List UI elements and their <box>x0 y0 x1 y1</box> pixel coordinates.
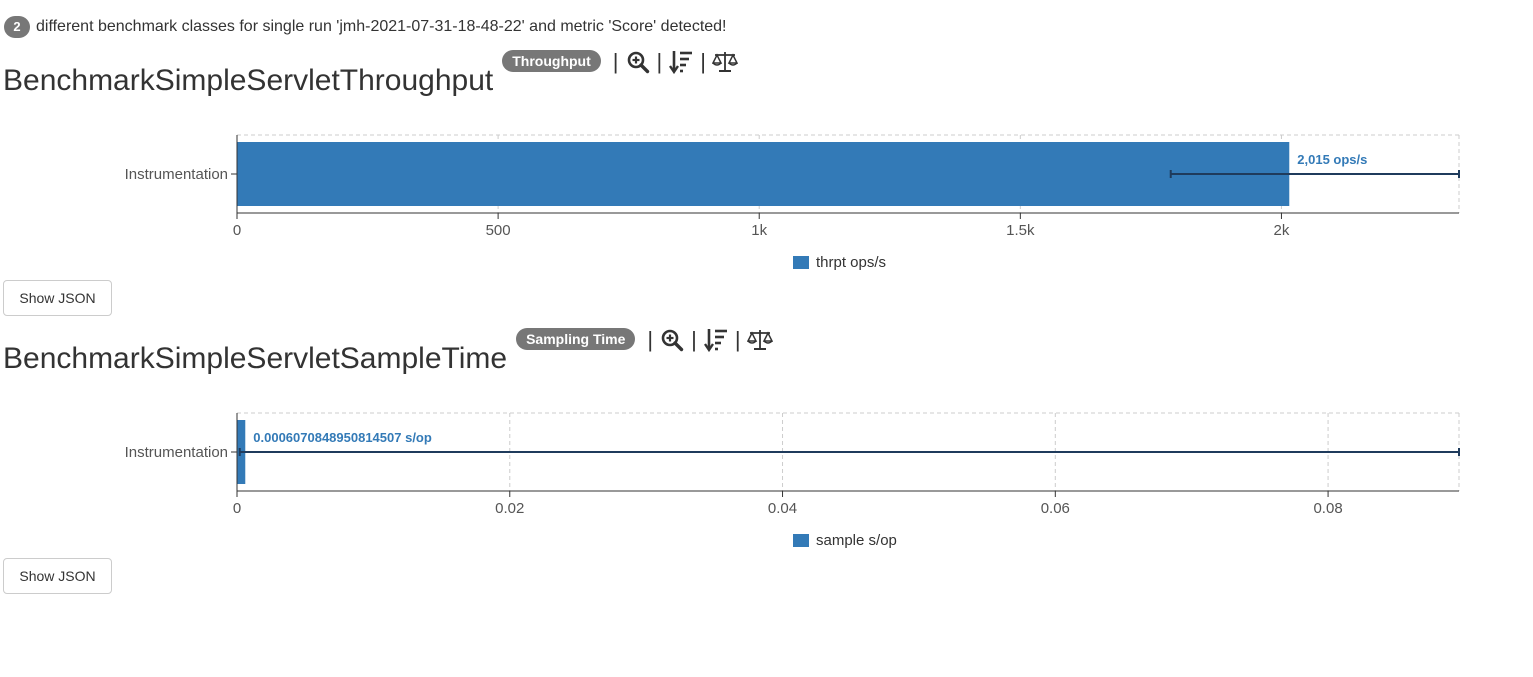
mode-badge: Throughput <box>502 50 601 72</box>
separator: | <box>656 49 663 74</box>
x-tick-label: 0.08 <box>1313 500 1342 517</box>
sort-descending-icon[interactable] <box>668 49 694 75</box>
chart-toolbar: | | | <box>641 326 773 354</box>
separator: | <box>700 49 706 74</box>
zoom-in-icon[interactable] <box>625 49 651 75</box>
summary-line: 2 different benchmark classes for single… <box>4 15 727 39</box>
separator: | <box>734 327 741 352</box>
summary-text: different benchmark classes for single r… <box>36 18 727 35</box>
separator: | <box>612 49 619 74</box>
sort-descending-icon[interactable] <box>703 327 729 353</box>
throughput-bar-chart: 2,015 ops/s Instrumentation 0 500 1k 1.5k 2k th… <box>125 134 1460 271</box>
x-tick-label: 0 <box>233 222 241 239</box>
legend-swatch <box>793 256 809 269</box>
benchmark-header: BenchmarkSimpleServletThroughput Through… <box>3 48 738 98</box>
benchmark-count-badge: 2 <box>4 16 30 38</box>
zoom-in-icon[interactable] <box>659 327 685 353</box>
x-tick-label: 1k <box>751 222 767 239</box>
x-tick-label: 0.02 <box>495 500 524 517</box>
balance-scale-icon[interactable] <box>711 49 738 75</box>
value-label: 2,015 ops/s <box>1297 152 1367 167</box>
category-label: Instrumentation <box>125 166 228 183</box>
legend-swatch <box>793 534 809 547</box>
legend-label: thrpt ops/s <box>816 254 886 271</box>
x-tick-label: 0.06 <box>1041 500 1070 517</box>
x-tick-label: 0 <box>233 500 241 517</box>
mode-badge: Sampling Time <box>516 328 636 350</box>
x-tick-label: 2k <box>1274 222 1290 239</box>
legend-label: sample s/op <box>816 532 897 549</box>
bar <box>237 142 1290 206</box>
balance-scale-icon[interactable] <box>746 327 773 353</box>
category-label: Instrumentation <box>125 444 228 461</box>
sampletime-bar-chart: 0.0006070848950814507 s/op Instrumentatio… <box>125 412 1460 549</box>
separator: | <box>647 327 654 352</box>
chart-toolbar: | | | <box>607 48 738 76</box>
value-label: 0.0006070848950814507 s/op <box>253 430 432 445</box>
x-tick-label: 500 <box>486 222 511 239</box>
benchmark-header: BenchmarkSimpleServletSampleTime Samplin… <box>3 326 773 376</box>
show-json-button[interactable]: Show JSON <box>3 558 112 594</box>
separator: | <box>691 327 697 352</box>
benchmark-title: BenchmarkSimpleServletSampleTime <box>3 342 508 375</box>
x-tick-label: 1.5k <box>1006 222 1035 239</box>
show-json-button[interactable]: Show JSON <box>3 280 112 316</box>
x-tick-label: 0.04 <box>768 500 797 517</box>
benchmark-title: BenchmarkSimpleServletThroughput <box>3 64 494 97</box>
